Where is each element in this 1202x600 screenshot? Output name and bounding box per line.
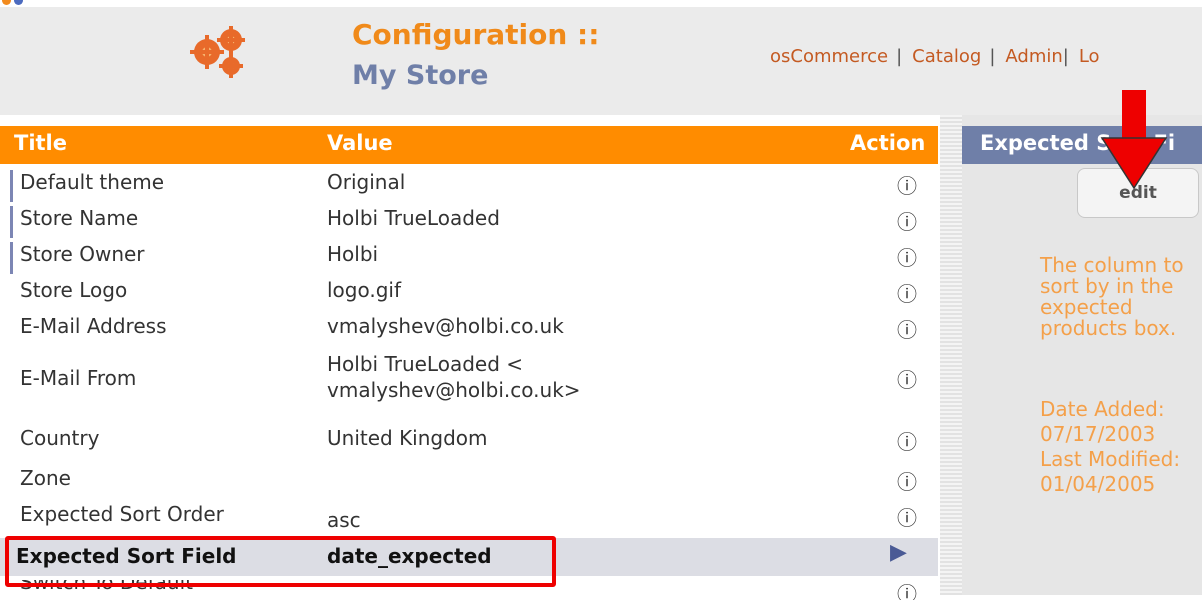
date-added-label: Date Added: xyxy=(1040,397,1165,421)
date-added-value: 07/17/2003 xyxy=(1040,422,1156,446)
panel-description: The column to sort by in the expected pr… xyxy=(1040,253,1184,340)
gears-icon xyxy=(190,26,245,78)
info-icon[interactable]: ⓘ xyxy=(897,314,917,343)
table-row[interactable]: Default theme Original ⓘ xyxy=(0,170,938,202)
column-title: Title xyxy=(14,131,68,155)
last-modified-value: 01/04/2005 xyxy=(1040,472,1156,496)
info-icon[interactable]: ⓘ xyxy=(897,502,917,531)
row-value-line2: vmalyshev@holbi.co.uk> xyxy=(327,378,581,402)
row-value: Holbi TrueLoaded xyxy=(327,206,500,230)
row-value: vmalyshev@holbi.co.uk xyxy=(327,314,564,338)
row-title: Store Logo xyxy=(20,278,128,302)
info-icon[interactable]: ⓘ xyxy=(897,580,917,600)
nav-link-logoff[interactable]: Lo xyxy=(1079,46,1100,67)
row-title: Default theme xyxy=(20,170,165,194)
arrow-right-icon: ▶ xyxy=(890,540,907,565)
nav-link-catalog[interactable]: Catalog xyxy=(912,46,981,67)
panel-divider xyxy=(940,115,962,595)
row-title: E-Mail Address xyxy=(20,314,167,338)
table-header: Title Value Action xyxy=(0,126,938,164)
row-title: Store Name xyxy=(20,206,139,230)
info-icon[interactable]: ⓘ xyxy=(897,364,917,393)
row-value: United Kingdom xyxy=(327,426,488,450)
row-value-line1: Holbi TrueLoaded < xyxy=(327,352,524,376)
row-title: Country xyxy=(20,426,100,450)
table-row[interactable]: Country United Kingdom ⓘ xyxy=(0,426,938,458)
table-row[interactable]: E-Mail From Holbi TrueLoaded < vmalyshev… xyxy=(0,352,938,408)
top-nav: osCommerce | Catalog | Admin| Lo xyxy=(770,46,1100,67)
row-value: logo.gif xyxy=(327,278,402,302)
row-title: Store Owner xyxy=(20,242,145,266)
info-icon[interactable]: ⓘ xyxy=(897,206,917,235)
table-row[interactable]: Store Owner Holbi ⓘ xyxy=(0,242,938,274)
row-value: Holbi xyxy=(327,242,379,266)
table-row[interactable]: Expected Sort Order asc ⓘ xyxy=(0,502,938,534)
row-title: Zone xyxy=(20,466,71,490)
info-icon[interactable]: ⓘ xyxy=(897,242,917,271)
nav-link-oscommerce[interactable]: osCommerce xyxy=(770,46,888,67)
row-title: E-Mail From xyxy=(20,366,137,390)
header: Configuration :: My Store osCommerce | Cat… xyxy=(0,0,1202,115)
info-icon[interactable]: ⓘ xyxy=(897,466,917,495)
info-icon[interactable]: ⓘ xyxy=(897,278,917,307)
row-title: Expected Sort Order xyxy=(20,502,224,526)
last-modified-label: Last Modified: xyxy=(1040,447,1181,471)
info-icon[interactable]: ⓘ xyxy=(897,426,917,455)
table-row[interactable]: Store Logo logo.gif ⓘ xyxy=(0,278,938,310)
table-row[interactable]: Store Name Holbi TrueLoaded ⓘ xyxy=(0,206,938,238)
row-value: Original xyxy=(327,170,406,194)
table-row[interactable]: E-Mail Address vmalyshev@holbi.co.uk ⓘ xyxy=(0,314,938,346)
page-subtitle: My Store xyxy=(352,60,489,91)
page-title: Configuration :: xyxy=(352,18,600,51)
table-row[interactable]: Zone ⓘ xyxy=(0,466,938,498)
panel-dates: Date Added: 07/17/2003 Last Modified: 01… xyxy=(1040,397,1202,497)
column-value: Value xyxy=(327,131,393,155)
nav-link-admin[interactable]: Admin xyxy=(1005,46,1062,67)
red-arrow-icon xyxy=(1100,90,1168,190)
row-value: asc xyxy=(327,508,361,532)
highlight-box xyxy=(5,536,556,587)
info-icon[interactable]: ⓘ xyxy=(897,170,917,199)
column-action: Action xyxy=(850,131,926,155)
